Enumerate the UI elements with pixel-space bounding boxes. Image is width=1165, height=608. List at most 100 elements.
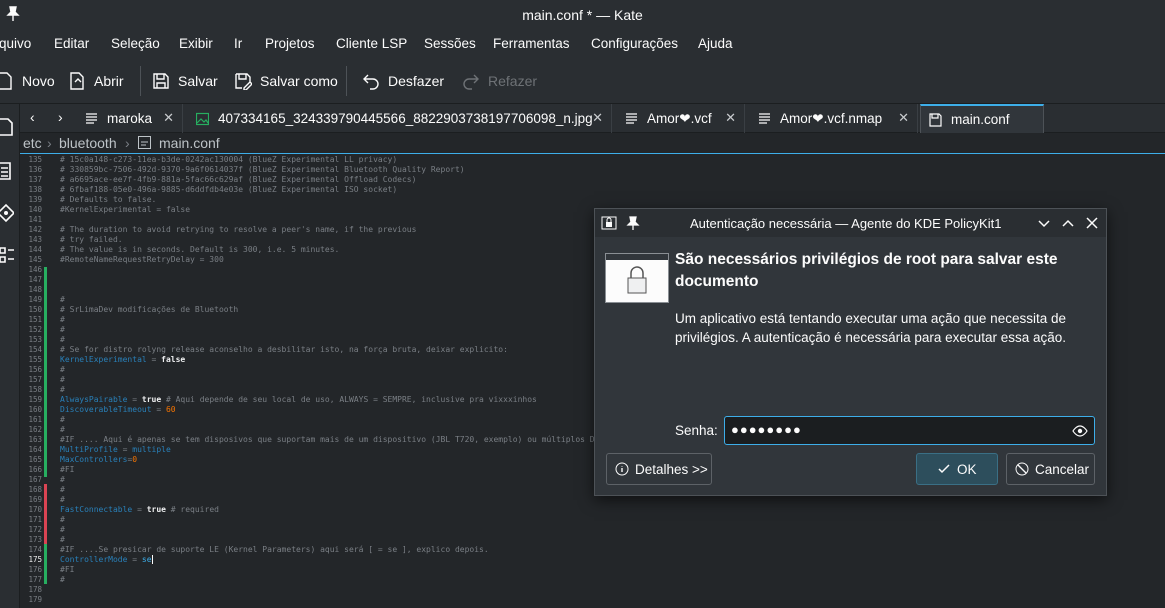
tab-maroka[interactable]: maroka ✕ (77, 104, 183, 133)
menu-view[interactable]: Exibir (179, 36, 213, 51)
menu-selection[interactable]: Seleção (111, 36, 160, 51)
line-number: 147 (28, 275, 42, 284)
new-button[interactable]: Novo (0, 68, 55, 94)
code-line: # (60, 415, 65, 424)
line-number: 154 (28, 345, 42, 354)
line-number: 160 (28, 405, 42, 414)
menu-tools[interactable]: Ferramentas (493, 36, 570, 51)
image-file-icon (196, 112, 209, 125)
code-line: # (60, 315, 65, 324)
breadcrumb-separator-icon: › (47, 135, 52, 151)
tab-scroll-left-icon[interactable]: ‹ (30, 109, 35, 125)
breadcrumb-item-etc[interactable]: etc (23, 135, 42, 151)
password-label: Senha: (675, 423, 718, 438)
menu-go[interactable]: Ir (234, 36, 242, 51)
menu-projects[interactable]: Projetos (265, 36, 315, 51)
toolbar: Novo Abrir Salvar Salvar como Desfazer R… (0, 58, 1165, 104)
password-input[interactable]: ●●●●●●●● (724, 416, 1095, 445)
line-number: 167 (28, 475, 42, 484)
line-number: 166 (28, 465, 42, 474)
undo-icon (363, 74, 379, 90)
line-number: 162 (28, 425, 42, 434)
document-panel-icon[interactable] (0, 116, 14, 138)
modified-line-marker (44, 267, 47, 477)
code-line: #RemoteNameRequestRetryDelay = 300 (60, 255, 224, 264)
code-line: MaxControllers=0 (60, 455, 138, 464)
code-line: # (60, 325, 65, 334)
projects-panel-icon[interactable] (0, 160, 14, 182)
new-document-icon (0, 72, 12, 90)
code-line: # (60, 535, 65, 544)
code-line: # (60, 335, 65, 344)
close-icon[interactable] (1084, 215, 1100, 231)
code-line: MultiProfile = multiple (60, 445, 171, 454)
text-file-icon (626, 112, 637, 124)
breadcrumb-item-file[interactable]: main.conf (159, 135, 220, 151)
tab-scroll-right-icon[interactable]: › (58, 109, 63, 125)
info-icon (615, 462, 629, 476)
menu-help[interactable]: Ajuda (698, 36, 733, 51)
line-number: 171 (28, 515, 42, 524)
menu-settings[interactable]: Configurações (591, 36, 678, 51)
pin-icon[interactable] (625, 215, 641, 231)
tab-amor-vcf-nmap[interactable]: Amor❤.vcf.nmap ✕ (750, 104, 918, 133)
breadcrumb-item-bluetooth[interactable]: bluetooth (59, 135, 117, 151)
menu-file[interactable]: quivo (0, 36, 31, 51)
tab-main-conf[interactable]: main.conf (920, 104, 1044, 133)
code-line: # SrLimaDev modificações de Bluetooth (60, 305, 239, 314)
password-mask: ●●●●●●●● (731, 422, 802, 437)
auth-dialog: Autenticação necessária — Agente do KDE … (594, 208, 1107, 496)
show-password-icon[interactable] (1072, 423, 1088, 439)
new-button-label: Novo (22, 73, 55, 89)
dialog-title: Autenticação necessária — Agente do KDE … (690, 216, 1002, 231)
line-number: 153 (28, 335, 42, 344)
menu-edit[interactable]: Editar (54, 36, 89, 51)
minimize-icon[interactable] (1036, 215, 1052, 231)
line-number: 165 (28, 455, 42, 464)
undo-button[interactable]: Desfazer (362, 68, 444, 94)
file-type-icon (138, 136, 151, 152)
cancel-icon (1015, 462, 1029, 476)
tab-label: main.conf (951, 112, 1010, 127)
close-icon[interactable]: ✕ (592, 110, 603, 126)
code-line: # (60, 525, 65, 534)
line-number: 145 (28, 255, 42, 264)
save-as-button-label: Salvar como (260, 73, 338, 89)
tab-label: 407334165_324339790445566_88229037381977… (218, 111, 593, 126)
code-line: #IF ....Se presicar de suporte LE (Kerne… (60, 545, 489, 554)
save-as-button[interactable]: Salvar como (234, 68, 338, 94)
line-number: 146 (28, 265, 42, 274)
close-icon[interactable]: ✕ (725, 110, 736, 126)
tab-jpg-image[interactable]: 407334165_324339790445566_88229037381977… (188, 104, 612, 133)
line-number: 163 (28, 435, 42, 444)
line-number: 155 (28, 355, 42, 364)
menu-lsp-client[interactable]: Cliente LSP (336, 36, 407, 51)
code-line: #FI (60, 465, 75, 474)
cancel-button[interactable]: Cancelar (1006, 453, 1095, 485)
line-number: 158 (28, 385, 42, 394)
save-button[interactable]: Salvar (152, 68, 218, 94)
menu-sessions[interactable]: Sessões (424, 36, 476, 51)
git-panel-icon[interactable] (0, 202, 14, 224)
redo-button[interactable]: Refazer (462, 68, 537, 94)
code-line: # (60, 295, 65, 304)
code-line: FastConnectable = true # required (60, 505, 219, 514)
line-number: 142 (28, 225, 42, 234)
line-number: 177 (28, 575, 42, 584)
ok-button[interactable]: OK (916, 453, 998, 485)
code-line: ControllerMode = se (60, 555, 153, 564)
maximize-icon[interactable] (1060, 215, 1076, 231)
symbols-panel-icon[interactable] (0, 244, 14, 266)
open-button[interactable]: Abrir (68, 68, 124, 94)
close-icon[interactable]: ✕ (163, 110, 174, 126)
close-icon[interactable]: ✕ (898, 110, 909, 126)
code-line: KernelExperimental = false (60, 355, 186, 364)
code-line: #KernelExperimental = false (60, 205, 191, 214)
lock-screen-icon (605, 253, 669, 303)
code-line: DiscoverableTimeout = 60 (60, 405, 176, 414)
code-line: # (60, 475, 65, 484)
tab-amor-vcf[interactable]: Amor❤.vcf ✕ (617, 104, 745, 133)
cancel-button-label: Cancelar (1035, 461, 1090, 477)
line-number: 174 (28, 545, 42, 554)
details-button[interactable]: Detalhes >> (606, 453, 712, 485)
